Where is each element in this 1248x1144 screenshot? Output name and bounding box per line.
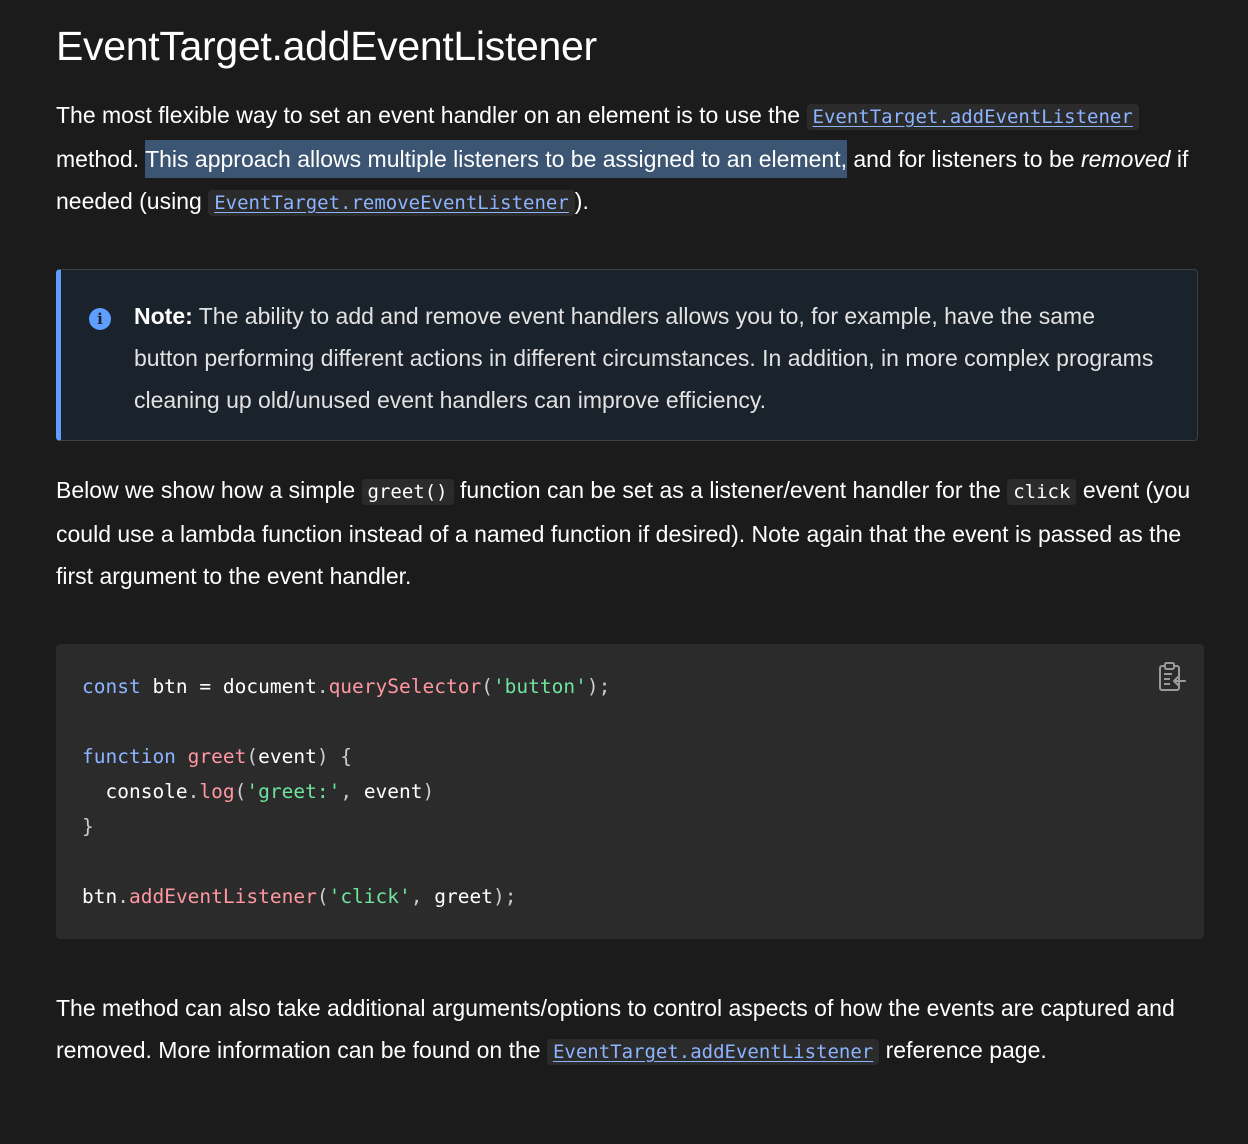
code-token: . [117,885,129,908]
code-token: addEventListener [128,885,317,908]
code-token: event [363,780,423,803]
code-token: 'button' [492,675,587,698]
code-token: querySelector [328,675,482,698]
code-token: event [258,745,317,768]
remove-event-listener-link[interactable]: EventTarget.removeEventListener [208,190,575,216]
code-token: , [340,780,364,803]
code-token: ( [246,745,259,768]
clipboard-icon [1159,662,1186,691]
code-token: const [82,675,141,698]
code-token: function [82,745,176,768]
code-token: greet [434,885,493,908]
note-callout: i Note: The ability to add and remove ev… [56,269,1198,441]
code-token: ); [586,675,611,698]
copy-code-button[interactable] [1156,660,1188,694]
code-token: ( [481,675,493,698]
inline-code-click: click [1007,479,1077,505]
example-text-1: Below we show how a simple [56,477,362,503]
note-body: The ability to add and remove event hand… [134,303,1154,413]
code-token: . [316,675,329,698]
code-token: , [410,885,435,908]
code-token: } [82,815,94,838]
closing-paragraph: The method can also take additional argu… [56,987,1204,1073]
code-token: ) { [316,745,353,768]
code-token: log [199,780,235,803]
intro-paragraph: The most flexible way to set an event ha… [56,94,1204,224]
code-example: const btn = document.querySelector('butt… [56,644,1204,939]
code-token: . [187,780,200,803]
note-label: Note: [134,303,193,329]
intro-text-2: method. [56,146,146,172]
code-token: ) [422,780,435,803]
example-text-2: function can be set as a listener/event … [453,477,1008,503]
code-token: 'greet:' [246,780,341,803]
code-token: btn = document [140,675,317,698]
intro-text-1: The most flexible way to set an event ha… [56,102,807,128]
code-token: ( [234,780,247,803]
code-token: console [82,780,188,803]
code-token: ( [316,885,329,908]
emphasis-removed: removed [1080,146,1171,172]
selected-text: This approach allows multiple listeners … [145,140,847,178]
code-token: 'click' [328,885,411,908]
page-title: EventTarget.addEventListener [56,23,597,69]
code-token: greet [187,745,247,768]
code-token: ); [492,885,517,908]
code-token: btn [82,885,118,908]
add-event-listener-reference-link[interactable]: EventTarget.addEventListener [546,1039,880,1065]
code-listing: const btn = document.querySelector('butt… [82,669,610,914]
info-icon: i [89,308,111,330]
intro-text-5: ). [574,188,589,214]
add-event-listener-link[interactable]: EventTarget.addEventListener [806,104,1139,130]
intro-text-3: and for listeners to be [846,146,1081,172]
inline-code-greet: greet() [361,479,454,505]
note-text: Note: The ability to add and remove even… [134,295,1154,421]
closing-text-2: reference page. [879,1037,1047,1063]
example-paragraph: Below we show how a simple greet() funct… [56,469,1204,597]
